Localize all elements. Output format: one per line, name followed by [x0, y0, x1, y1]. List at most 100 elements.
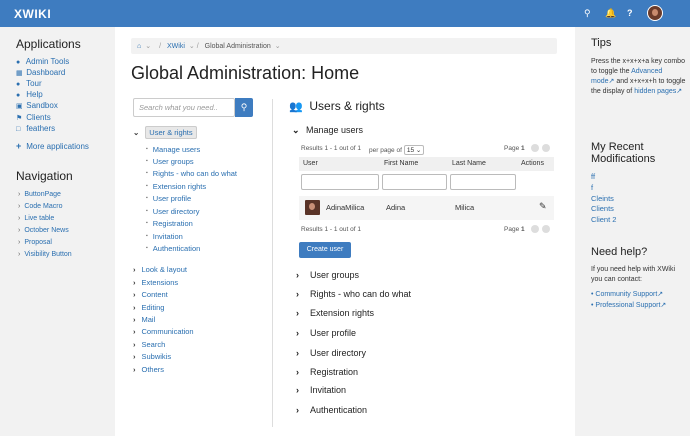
- tree-sub-item[interactable]: User profile: [146, 194, 191, 203]
- chevron-right-icon: ›: [296, 289, 299, 299]
- tree-item[interactable]: › Editing: [133, 303, 164, 312]
- tree-item[interactable]: › Look & layout: [133, 265, 187, 274]
- nav-item[interactable]: › Visibility Button: [18, 251, 72, 258]
- chevron-right-icon: ›: [296, 348, 299, 358]
- recent-item[interactable]: Cleints: [591, 194, 614, 203]
- tree-sub-item[interactable]: User directory: [146, 207, 200, 216]
- tree-item[interactable]: › Subwikis: [133, 352, 171, 361]
- recent-item[interactable]: Client 2: [591, 215, 616, 224]
- col-actions: Actions: [521, 160, 544, 167]
- right-panel: Tips Press the x+x+x+a key combo to togg…: [575, 27, 690, 436]
- question-icon[interactable]: ?: [627, 7, 633, 19]
- chevron-right-icon: ›: [133, 265, 136, 274]
- user-avatar[interactable]: [647, 5, 663, 21]
- left-panel: Applications ● Admin Tools ▦ Dashboard ●…: [0, 27, 115, 436]
- home-icon[interactable]: ⌂: [137, 43, 141, 50]
- filter-user-input[interactable]: [301, 174, 379, 190]
- tree-item[interactable]: › Mail: [133, 315, 155, 324]
- tree-item[interactable]: › Others: [133, 365, 164, 374]
- recent-item[interactable]: ff: [591, 172, 595, 181]
- app-admin-tools[interactable]: ● Admin Tools: [16, 57, 69, 66]
- accordion-rights[interactable]: › Rights - who can do what: [296, 289, 411, 299]
- app-dashboard[interactable]: ▦ Dashboard: [16, 68, 65, 77]
- chevron-right-icon: ›: [18, 203, 21, 210]
- breadcrumb-global-admin[interactable]: Global Administration: [205, 43, 271, 50]
- divider: [272, 99, 273, 427]
- first-name-cell: Adina: [386, 203, 406, 212]
- flag-icon: ⚑: [16, 115, 23, 122]
- chevron-right-icon: ›: [133, 327, 136, 336]
- accordion-extension-rights[interactable]: › Extension rights: [296, 308, 374, 318]
- chevron-right-icon: ›: [133, 352, 136, 361]
- nav-item[interactable]: › October News: [18, 227, 69, 234]
- col-user[interactable]: User: [303, 160, 318, 167]
- app-tour[interactable]: ● Tour: [16, 79, 42, 88]
- chevron-right-icon: ›: [18, 227, 21, 234]
- app-clients[interactable]: ⚑ Clients: [16, 113, 51, 122]
- nav-item[interactable]: › Live table: [18, 215, 54, 222]
- accordion-user-directory[interactable]: › User directory: [296, 348, 366, 358]
- tree-sub-item[interactable]: Authentication: [146, 244, 201, 253]
- tree-sub-item[interactable]: Extension rights: [146, 182, 206, 191]
- col-last-name[interactable]: Last Name: [452, 160, 486, 167]
- prev-page-button[interactable]: [531, 225, 539, 233]
- search-button[interactable]: ⚲: [235, 98, 253, 117]
- tree-sub-item[interactable]: Invitation: [146, 232, 183, 241]
- nav-item[interactable]: › Proposal: [18, 239, 52, 246]
- recent-item[interactable]: f: [591, 183, 593, 192]
- chevron-right-icon: ›: [133, 340, 136, 349]
- navigation-heading: Navigation: [16, 169, 73, 183]
- accordion-user-groups[interactable]: › User groups: [296, 270, 359, 280]
- accordion-registration[interactable]: › Registration: [296, 367, 358, 377]
- professional-support-link[interactable]: • Professional Support↗: [591, 301, 686, 311]
- tree-item[interactable]: › Communication: [133, 327, 194, 336]
- more-applications-link[interactable]: + More applications: [16, 141, 89, 151]
- tree-item-users-rights[interactable]: ⌄ User & rights: [133, 126, 197, 139]
- col-first-name[interactable]: First Name: [384, 160, 418, 167]
- per-page: per page of 15 ⌄: [369, 145, 425, 155]
- search-icon[interactable]: ⚲: [584, 7, 591, 19]
- breadcrumb: ⌂ ⌄ / XWiki ⌄ / Global Administration ⌄: [131, 38, 557, 54]
- prev-page-button[interactable]: [531, 144, 539, 152]
- create-user-button[interactable]: Create user: [299, 242, 351, 258]
- tree-item[interactable]: › Extensions: [133, 278, 178, 287]
- need-help-heading: Need help?: [591, 246, 648, 258]
- community-support-link[interactable]: • Community Support↗: [591, 290, 686, 300]
- next-page-button[interactable]: [542, 225, 550, 233]
- page-indicator: Page 1: [504, 145, 525, 152]
- accordion-invitation[interactable]: › Invitation: [296, 385, 346, 395]
- app-help[interactable]: ● Help: [16, 90, 43, 99]
- chevron-right-icon: ›: [133, 365, 136, 374]
- chevron-right-icon: ›: [296, 308, 299, 318]
- bell-icon[interactable]: 🔔: [605, 7, 616, 19]
- main-content: ⌂ ⌄ / XWiki ⌄ / Global Administration ⌄ Glob…: [115, 27, 575, 436]
- tree-sub-item[interactable]: Manage users: [146, 145, 201, 154]
- filter-last-name-input[interactable]: [450, 174, 516, 190]
- app-sandbox[interactable]: ▣ Sandbox: [16, 101, 58, 110]
- tree-item[interactable]: › Content: [133, 290, 168, 299]
- tree-sub-item[interactable]: Rights - who can do what: [146, 169, 237, 178]
- search-input[interactable]: Search what you need..: [133, 98, 235, 117]
- breadcrumb-xwiki[interactable]: XWiki: [167, 43, 185, 50]
- nav-item[interactable]: › ButtonPage: [18, 191, 61, 198]
- xwiki-logo[interactable]: XWIKI: [14, 7, 51, 21]
- tree-sub-item[interactable]: Registration: [146, 219, 193, 228]
- tree-sub-item[interactable]: User groups: [146, 157, 194, 166]
- accordion-user-profile[interactable]: › User profile: [296, 328, 356, 338]
- chevron-right-icon: ›: [133, 290, 136, 299]
- accordion-manage-users[interactable]: ⌄ Manage users: [292, 125, 363, 136]
- tree-item[interactable]: › Search: [133, 340, 165, 349]
- recent-modifications-heading: My Recent Modifications: [591, 141, 656, 165]
- recent-item[interactable]: Clients: [591, 204, 614, 213]
- chevron-down-icon: ⌄: [133, 128, 140, 137]
- hidden-pages-link[interactable]: hidden pages: [634, 88, 676, 95]
- accordion-authentication[interactable]: › Authentication: [296, 405, 367, 415]
- next-page-button[interactable]: [542, 144, 550, 152]
- per-page-select[interactable]: 15 ⌄: [403, 145, 425, 155]
- app-feathers[interactable]: □ feathers: [16, 124, 55, 133]
- user-link[interactable]: AdinaMilica: [326, 203, 364, 212]
- nav-item[interactable]: › Code Macro: [18, 203, 62, 210]
- edit-pencil-icon[interactable]: ✎: [539, 201, 547, 212]
- chevron-right-icon: ›: [18, 215, 21, 222]
- filter-first-name-input[interactable]: [382, 174, 447, 190]
